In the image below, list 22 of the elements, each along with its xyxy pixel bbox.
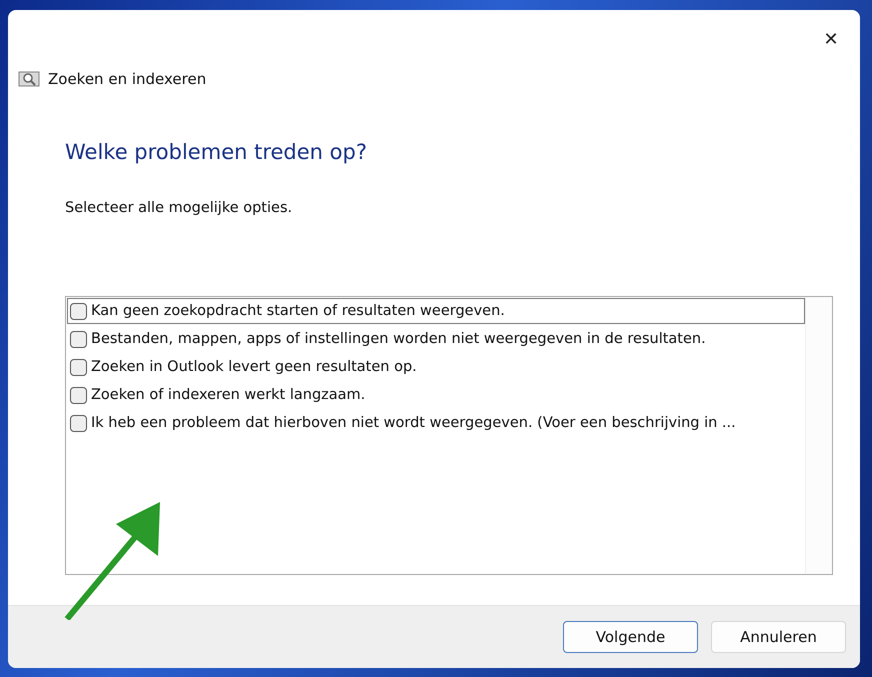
option-label: Kan geen zoekopdracht starten of resultaten weergeven.: [91, 303, 505, 319]
next-button[interactable]: Volgende: [563, 621, 698, 653]
page-heading: Welke problemen treden op?: [65, 140, 368, 164]
cancel-button[interactable]: Annuleren: [711, 621, 846, 653]
instruction-text: Selecteer alle mogelijke opties.: [65, 200, 294, 216]
option-row[interactable]: Ik heb een probleem dat hierboven niet wordt weergegeven. (Voer een beschrijving in ...: [67, 410, 805, 436]
window-title: Zoeken en indexeren: [48, 70, 206, 88]
option-row[interactable]: Zoeken of indexeren werkt langzaam.: [67, 382, 805, 408]
checkbox[interactable]: [70, 358, 87, 376]
option-label: Zoeken in Outlook levert geen resultaten op.: [91, 359, 417, 375]
option-row[interactable]: Kan geen zoekopdracht starten of resultaten weergeven.: [67, 298, 805, 324]
option-row[interactable]: Zoeken in Outlook levert geen resultaten op.: [67, 354, 805, 380]
option-label: Zoeken of indexeren werkt langzaam.: [91, 387, 366, 403]
option-label: Ik heb een probleem dat hierboven niet wordt weergegeven. (Voer een beschrijving in ...: [91, 415, 736, 431]
option-row[interactable]: Bestanden, mappen, apps of instellingen worden niet weergegeven in de resultaten.: [67, 326, 805, 352]
checkbox[interactable]: [70, 330, 87, 348]
checkbox[interactable]: [70, 386, 87, 404]
checkbox[interactable]: [70, 414, 87, 432]
search-indexing-icon: [18, 70, 40, 88]
checkbox[interactable]: [70, 302, 87, 320]
close-button[interactable]: ✕: [816, 24, 846, 54]
option-label: Bestanden, mappen, apps of instellingen worden niet weergegeven in de resultaten.: [91, 331, 706, 347]
